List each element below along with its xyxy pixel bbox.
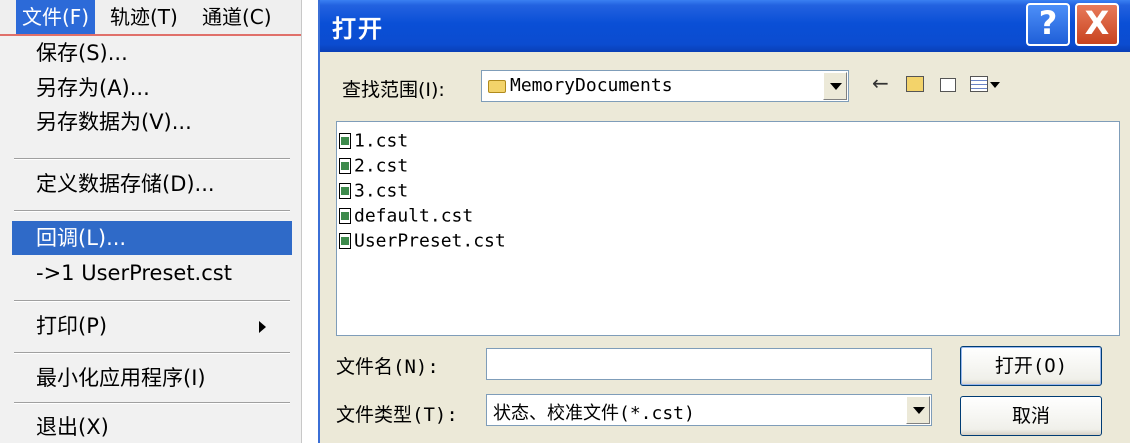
file-name: 1.cst — [354, 130, 409, 152]
list-item[interactable]: 1.cst — [339, 128, 408, 153]
menu-separator — [14, 210, 290, 212]
menu-item-save-as[interactable]: 另存为(A)... — [0, 71, 280, 105]
view-menu-icon[interactable] — [970, 76, 988, 92]
menu-separator — [14, 300, 290, 302]
menu-channel[interactable]: 通道(C) — [196, 0, 278, 34]
submenu-arrow-icon — [259, 321, 266, 333]
look-in-combo[interactable]: MemoryDocuments — [481, 70, 849, 102]
filetype-label: 文件类型(T): — [336, 404, 458, 426]
file-name: default.cst — [354, 205, 474, 227]
file-list[interactable]: 1.cst 2.cst 3.cst default.cst UserPreset… — [336, 121, 1120, 336]
file-icon — [339, 183, 351, 199]
menu-item-save[interactable]: 保存(S)... — [0, 36, 280, 70]
look-in-value: MemoryDocuments — [510, 75, 673, 96]
dialog-title-bar[interactable]: 打开 ? X — [320, 0, 1130, 52]
open-button[interactable]: 打开(O) — [960, 346, 1102, 386]
open-dialog: 打开 ? X 查找范围(I): MemoryDocuments ← 1.cst … — [318, 0, 1130, 443]
cancel-button[interactable]: 取消 — [960, 396, 1102, 436]
dialog-title: 打开 — [332, 15, 384, 43]
close-button[interactable]: X — [1075, 3, 1119, 46]
menu-separator — [14, 402, 290, 404]
chevron-down-icon[interactable] — [823, 72, 847, 100]
menu-item-print-label: 打印(P) — [36, 314, 108, 338]
file-icon — [339, 158, 351, 174]
menu-track[interactable]: 轨迹(T) — [104, 0, 184, 34]
list-item[interactable]: default.cst — [339, 203, 473, 228]
file-name: 2.cst — [354, 155, 409, 177]
filename-label: 文件名(N): — [336, 356, 439, 378]
up-folder-icon[interactable] — [906, 76, 924, 92]
filetype-combo[interactable]: 状态、校准文件(*.cst) — [486, 394, 932, 426]
menu-item-recent-file[interactable]: ->1 UserPreset.cst — [0, 256, 280, 290]
look-in-value-wrap: MemoryDocuments — [488, 75, 673, 96]
menu-item-recall-label: 回调(L)... — [36, 226, 127, 250]
chevron-down-icon[interactable] — [906, 396, 930, 424]
look-in-label: 查找范围(I): — [342, 79, 445, 101]
menu-file[interactable]: 文件(F) — [16, 0, 96, 34]
file-icon — [339, 233, 351, 249]
menu-separator — [14, 158, 290, 160]
file-icon — [339, 208, 351, 224]
menu-item-recall[interactable]: 回调(L)... — [12, 221, 292, 255]
folder-icon — [488, 79, 506, 93]
menu-separator — [14, 352, 290, 354]
filetype-value: 状态、校准文件(*.cst) — [493, 403, 695, 424]
menu-item-define-data-storage[interactable]: 定义数据存储(D)... — [0, 167, 280, 201]
back-arrow-icon[interactable]: ← — [872, 71, 889, 95]
file-icon — [339, 133, 351, 149]
file-menu-panel: 文件(F) 轨迹(T) 通道(C) 保存(S)... 另存为(A)... 另存数… — [0, 0, 302, 443]
help-button[interactable]: ? — [1026, 3, 1070, 46]
menu-item-print[interactable]: 打印(P) — [0, 309, 280, 343]
list-item[interactable]: UserPreset.cst — [339, 228, 506, 253]
file-name: UserPreset.cst — [354, 230, 506, 252]
menu-item-save-data-as[interactable]: 另存数据为(V)... — [0, 105, 280, 139]
view-dropdown-icon[interactable] — [990, 82, 1000, 88]
file-name: 3.cst — [354, 180, 409, 202]
new-folder-icon[interactable] — [940, 78, 956, 92]
filename-input[interactable] — [486, 348, 932, 380]
file-dropdown: 保存(S)... 另存为(A)... 另存数据为(V)... 定义数据存储(D)… — [0, 36, 301, 443]
list-item[interactable]: 2.cst — [339, 153, 408, 178]
list-item[interactable]: 3.cst — [339, 178, 408, 203]
menu-bar: 文件(F) 轨迹(T) 通道(C) — [0, 0, 301, 36]
menu-item-minimize-app[interactable]: 最小化应用程序(I) — [0, 361, 280, 395]
menu-item-exit[interactable]: 退出(X) — [0, 410, 280, 444]
